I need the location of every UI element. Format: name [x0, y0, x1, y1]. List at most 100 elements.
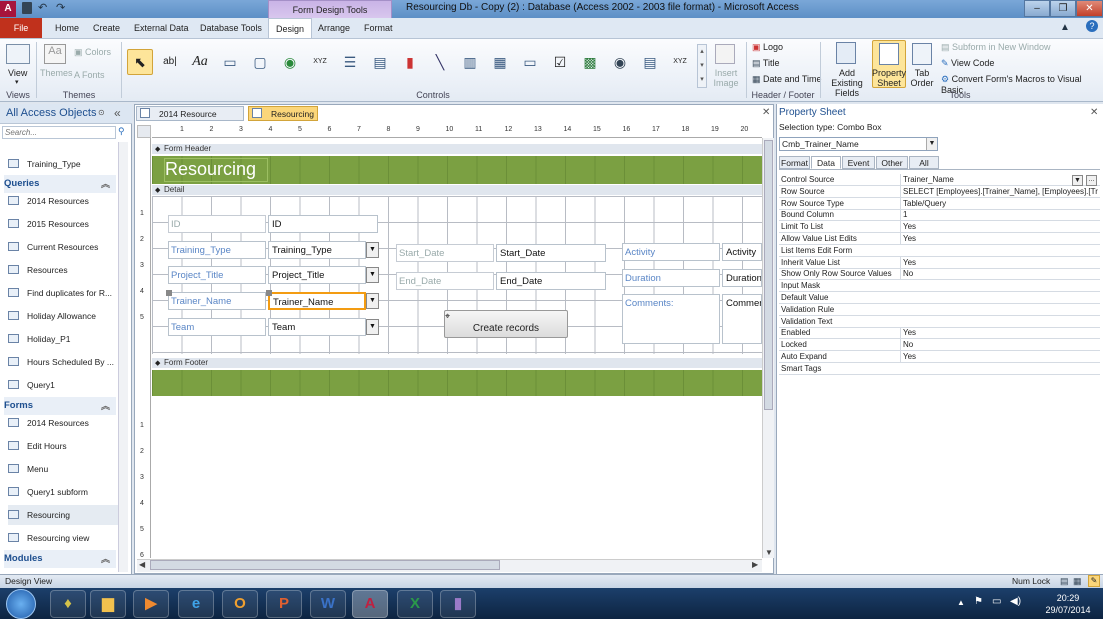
label-duration[interactable]: Duration: [622, 269, 720, 287]
taskbar-tool-icon[interactable]: ▮: [440, 590, 476, 618]
move-handle[interactable]: [266, 290, 272, 296]
move-handle[interactable]: [166, 290, 172, 296]
shutter-bar-close-icon[interactable]: «: [114, 106, 121, 120]
start-button-icon[interactable]: [6, 589, 36, 619]
nav-item-query[interactable]: Resources: [8, 260, 120, 280]
subform-icon[interactable]: ▤: [637, 49, 663, 75]
add-existing-fields-icon[interactable]: [836, 42, 856, 64]
tab-order-icon[interactable]: [912, 43, 932, 65]
combo-project-title[interactable]: Project_Title: [268, 266, 366, 284]
nav-search-input[interactable]: [2, 126, 116, 139]
property-row[interactable]: Locked No: [779, 339, 1100, 352]
property-value[interactable]: Yes: [900, 351, 1098, 363]
property-value[interactable]: No: [900, 339, 1098, 352]
access-taskbar-icon[interactable]: A: [352, 590, 388, 618]
tray-flag-icon[interactable]: ⚑: [974, 596, 983, 607]
detail-section-bar[interactable]: Detail: [152, 185, 762, 195]
tab-other-props[interactable]: Other: [876, 156, 908, 169]
tab-database-tools[interactable]: Database Tools: [193, 18, 269, 38]
scroll-left-icon[interactable]: ◀: [139, 560, 145, 569]
select-pointer-icon[interactable]: ⬉: [127, 49, 153, 75]
nav-dropdown-icon[interactable]: ⊙: [98, 108, 105, 117]
label-start-date[interactable]: Start_Date: [396, 244, 494, 262]
tray-up-arrow-icon[interactable]: ▲: [957, 598, 965, 607]
nav-item-form-selected[interactable]: Resourcing: [8, 505, 120, 525]
fonts-button[interactable]: A Fonts: [74, 70, 105, 80]
textbox-comments[interactable]: Commen: [722, 294, 762, 344]
textbox-duration[interactable]: Duration: [722, 269, 762, 287]
redo-icon[interactable]: ↷: [56, 1, 65, 14]
navigation-control-icon[interactable]: ☰: [337, 49, 363, 75]
tab-create[interactable]: Create: [86, 18, 127, 38]
tab-all-props[interactable]: All: [909, 156, 939, 169]
property-row[interactable]: Default Value: [779, 292, 1100, 304]
nav-item-form[interactable]: Menu: [8, 459, 120, 479]
nav-item-query[interactable]: Holiday_P1: [8, 329, 120, 349]
logo-button[interactable]: ▣ Logo: [752, 42, 783, 53]
property-row[interactable]: Auto Expand Yes: [779, 351, 1100, 363]
property-row[interactable]: Limit To List Yes: [779, 221, 1100, 234]
object-selector-dropdown[interactable]: Cmb_Trainer_Name: [779, 137, 938, 151]
button-control-icon[interactable]: ▭: [217, 49, 243, 75]
property-row[interactable]: Inherit Value List Yes: [779, 256, 1100, 269]
nav-item-query[interactable]: Current Resources: [8, 237, 120, 257]
view-button[interactable]: View: [8, 68, 27, 78]
form-footer-band[interactable]: [152, 370, 762, 396]
tab-arrange[interactable]: Arrange: [311, 18, 357, 38]
word-icon[interactable]: W: [310, 590, 346, 618]
tab-order-button[interactable]: Tab Order: [906, 68, 938, 88]
access-app-icon[interactable]: A: [0, 1, 16, 17]
toggle-button-icon[interactable]: ▥: [457, 49, 483, 75]
textbox-activity[interactable]: Activity: [722, 243, 762, 261]
property-row[interactable]: Smart Tags: [779, 363, 1100, 375]
unbound-object-frame-icon[interactable]: ▩: [577, 49, 603, 75]
chevron-down-icon[interactable]: ▼: [366, 319, 379, 335]
internet-explorer-icon[interactable]: e: [178, 590, 214, 618]
form-header-title[interactable]: Resourcing: [164, 158, 268, 182]
chevron-down-icon[interactable]: ▼: [366, 293, 379, 309]
property-row[interactable]: Bound Column 1: [779, 209, 1100, 222]
nav-item-query[interactable]: 2014 Resources: [8, 191, 120, 211]
navigation-pane-title[interactable]: All Access Objects: [6, 107, 96, 119]
tray-network-icon[interactable]: ▭: [992, 596, 1001, 607]
view-icon[interactable]: [6, 44, 30, 64]
maximize-button[interactable]: ❐: [1050, 0, 1076, 17]
tab-format-props[interactable]: Format: [779, 156, 810, 169]
textbox-id[interactable]: ID: [268, 215, 378, 233]
nav-item-query[interactable]: Holiday Allowance: [8, 306, 120, 326]
label-team[interactable]: Team: [168, 318, 266, 336]
tray-volume-icon[interactable]: ◀): [1010, 596, 1021, 607]
scroll-thumb[interactable]: [150, 560, 500, 570]
nav-item-form[interactable]: Resourcing view: [8, 528, 120, 548]
search-icon[interactable]: ⚲: [118, 126, 125, 137]
property-value[interactable]: Yes: [900, 256, 1098, 269]
chevron-down-icon[interactable]: ▼: [366, 267, 379, 283]
property-value[interactable]: Trainer_Name: [900, 174, 1098, 186]
hyperlink-globe-icon[interactable]: ◉: [277, 49, 303, 75]
form-selector[interactable]: [137, 125, 151, 138]
chevron-down-icon[interactable]: ▼: [926, 138, 937, 150]
tab-control-icon[interactable]: ▢: [247, 49, 273, 75]
property-row[interactable]: Control Source Trainer_Name: [779, 174, 1100, 186]
textbox-start-date[interactable]: Start_Date: [496, 244, 606, 262]
tab-format[interactable]: Format: [357, 18, 400, 38]
close-button[interactable]: ✕: [1076, 0, 1103, 17]
layout-view-icon[interactable]: ▦: [1073, 576, 1082, 587]
colors-button[interactable]: ▣ Colors: [74, 47, 111, 58]
collapse-ribbon-icon[interactable]: ▲: [1060, 22, 1070, 33]
line-icon[interactable]: ╲: [427, 49, 453, 75]
builder-ellipsis-button[interactable]: ...: [1086, 175, 1097, 186]
form-header-section-bar[interactable]: Form Header: [152, 144, 762, 154]
property-row[interactable]: Allow Value List Edits Yes: [779, 233, 1100, 245]
tab-external-data[interactable]: External Data: [127, 18, 196, 38]
nav-item-query[interactable]: Hours Scheduled By ...: [8, 352, 120, 372]
nav-scrollbar[interactable]: [118, 142, 128, 572]
property-row[interactable]: Validation Text: [779, 316, 1100, 328]
property-value[interactable]: Yes: [900, 327, 1098, 340]
property-value[interactable]: 1: [900, 209, 1098, 222]
tab-file[interactable]: File: [0, 18, 42, 38]
property-row[interactable]: List Items Edit Form: [779, 245, 1100, 257]
powerpoint-icon[interactable]: P: [266, 590, 302, 618]
media-player-icon[interactable]: ▶: [133, 590, 169, 618]
date-time-button[interactable]: ▦ Date and Time: [752, 74, 822, 85]
